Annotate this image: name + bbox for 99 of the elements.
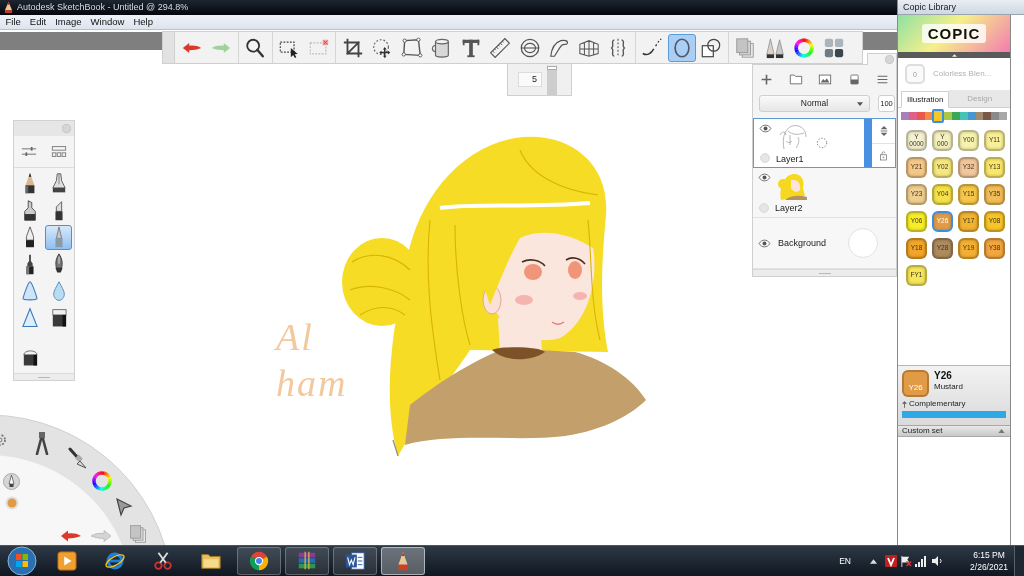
grid-layout-icon[interactable] [51, 145, 67, 158]
plus-icon[interactable] [760, 72, 773, 86]
blender-name: Colorless Blen... [933, 70, 992, 78]
eye-icon[interactable] [757, 238, 771, 248]
document-icon [344, 550, 366, 572]
menu-item[interactable]: Window [86, 17, 129, 27]
layer-name: Layer2 [775, 204, 804, 213]
clock-date[interactable]: 2/26/2021 [970, 562, 1008, 571]
search-icon [244, 36, 266, 59]
menu-item[interactable]: File [1, 17, 26, 27]
browser-icon [104, 550, 126, 572]
caret-up-icon[interactable] [870, 558, 877, 564]
rounded-triangle-icon [20, 280, 39, 303]
triangle-icon [20, 307, 39, 330]
airbrush-icon [49, 172, 68, 195]
signal-bars-icon[interactable] [914, 555, 926, 567]
hue-swatch[interactable] [999, 112, 1007, 120]
color-dot-icon[interactable] [5, 496, 19, 510]
blend-mode-dropdown[interactable]: Normal [759, 95, 870, 112]
hue-swatch[interactable] [924, 112, 933, 120]
menu-item[interactable]: Image [50, 17, 87, 27]
logo-text: COPIC [921, 24, 987, 43]
hue-swatch[interactable] [901, 112, 909, 120]
hue-swatch[interactable] [952, 112, 960, 120]
up-down-arrows-icon[interactable] [878, 124, 889, 137]
square-circle-icon [700, 36, 722, 59]
tricolor-circle-icon [248, 550, 270, 572]
transform-frame-icon [400, 36, 423, 59]
tool-button[interactable] [667, 33, 696, 62]
layer-handle[interactable] [864, 119, 872, 167]
half-filled-rectangle-icon[interactable] [847, 72, 861, 86]
hue-swatch[interactable] [967, 112, 976, 120]
scissors-icon [152, 550, 174, 572]
swatch-grid-icon [822, 36, 845, 59]
menu-item[interactable]: Edit [25, 17, 51, 27]
crop-icon [341, 36, 364, 59]
undo-icon[interactable] [59, 528, 83, 544]
start-button[interactable] [7, 546, 37, 576]
books-icon [296, 550, 318, 572]
stacked-pages-icon [734, 36, 756, 59]
custom-set-header[interactable]: Custom set [898, 425, 1010, 437]
tab[interactable]: Illustration [901, 91, 950, 108]
v-badge-icon[interactable] [885, 555, 897, 567]
menu-item[interactable]: Help [128, 17, 158, 27]
collapse-icon [998, 429, 1005, 433]
taskbar-button[interactable] [237, 547, 281, 575]
brush-tips-icon [763, 36, 786, 59]
brush-size-field[interactable]: 5 [518, 72, 542, 87]
padlock-icon[interactable] [879, 149, 888, 161]
handwritten-text: ham [276, 361, 348, 406]
app-icon [4, 2, 13, 13]
hue-swatch[interactable] [991, 112, 1000, 120]
window-title: Autodesk SketchBook - Untitled @ 294.8% [17, 3, 189, 12]
up-arrow-icon[interactable] [902, 400, 907, 408]
panel-title: Copic Library [903, 2, 957, 12]
hue-swatch[interactable] [959, 112, 968, 120]
current-color-chip: Y26 [902, 370, 929, 397]
ellipse-ruler-icon [518, 36, 541, 59]
paintbrush-icon[interactable] [67, 447, 87, 469]
toolbar-grip[interactable] [163, 32, 175, 63]
paint-can-icon [430, 36, 452, 59]
resize-grip[interactable] [753, 269, 896, 276]
folder-icon[interactable] [788, 72, 803, 86]
cursor-arrow-icon[interactable] [115, 497, 133, 517]
layer-name: Background [778, 238, 827, 248]
hue-swatch[interactable] [944, 112, 953, 120]
eye-icon[interactable] [757, 173, 771, 182]
slider-thumb[interactable] [547, 66, 557, 70]
complementary-color-bar[interactable] [902, 411, 1006, 418]
dotted-circle-icon [816, 137, 828, 149]
hue-swatch[interactable] [983, 112, 992, 120]
eye-icon[interactable] [758, 124, 772, 133]
move-icon [371, 36, 393, 59]
hue-swatch[interactable] [975, 112, 984, 120]
handwritten-text: Al [276, 315, 315, 360]
color-name: Mustard [934, 383, 963, 391]
flag-icon[interactable] [900, 555, 912, 567]
sliders-icon[interactable] [21, 145, 37, 158]
background-color-icon[interactable] [848, 228, 878, 258]
caret-down-icon [857, 102, 863, 106]
resize-grip[interactable] [14, 373, 74, 380]
hue-swatch[interactable] [908, 112, 917, 120]
complementary-label[interactable]: Complementary [909, 400, 966, 408]
hue-swatch[interactable] [916, 112, 925, 120]
hue-swatch[interactable] [932, 109, 945, 123]
media-player-icon [56, 550, 78, 572]
language-indicator[interactable]: EN [839, 556, 851, 566]
color-wheel-icon [793, 36, 815, 59]
pliers-icon[interactable] [33, 431, 51, 455]
color-wheel-icon[interactable] [91, 470, 113, 492]
speaker-icon[interactable] [931, 555, 943, 567]
color-code: Y26 [934, 371, 953, 381]
clock-time[interactable]: 6:15 PM [973, 551, 1005, 560]
layer-name: Layer1 [776, 155, 805, 164]
layer-row[interactable]: Layer1 [753, 118, 896, 168]
image-icon[interactable] [818, 72, 832, 86]
pen-nib-icon[interactable] [3, 473, 20, 490]
gear-icon[interactable] [0, 433, 7, 447]
taskbar-button[interactable] [333, 547, 377, 575]
